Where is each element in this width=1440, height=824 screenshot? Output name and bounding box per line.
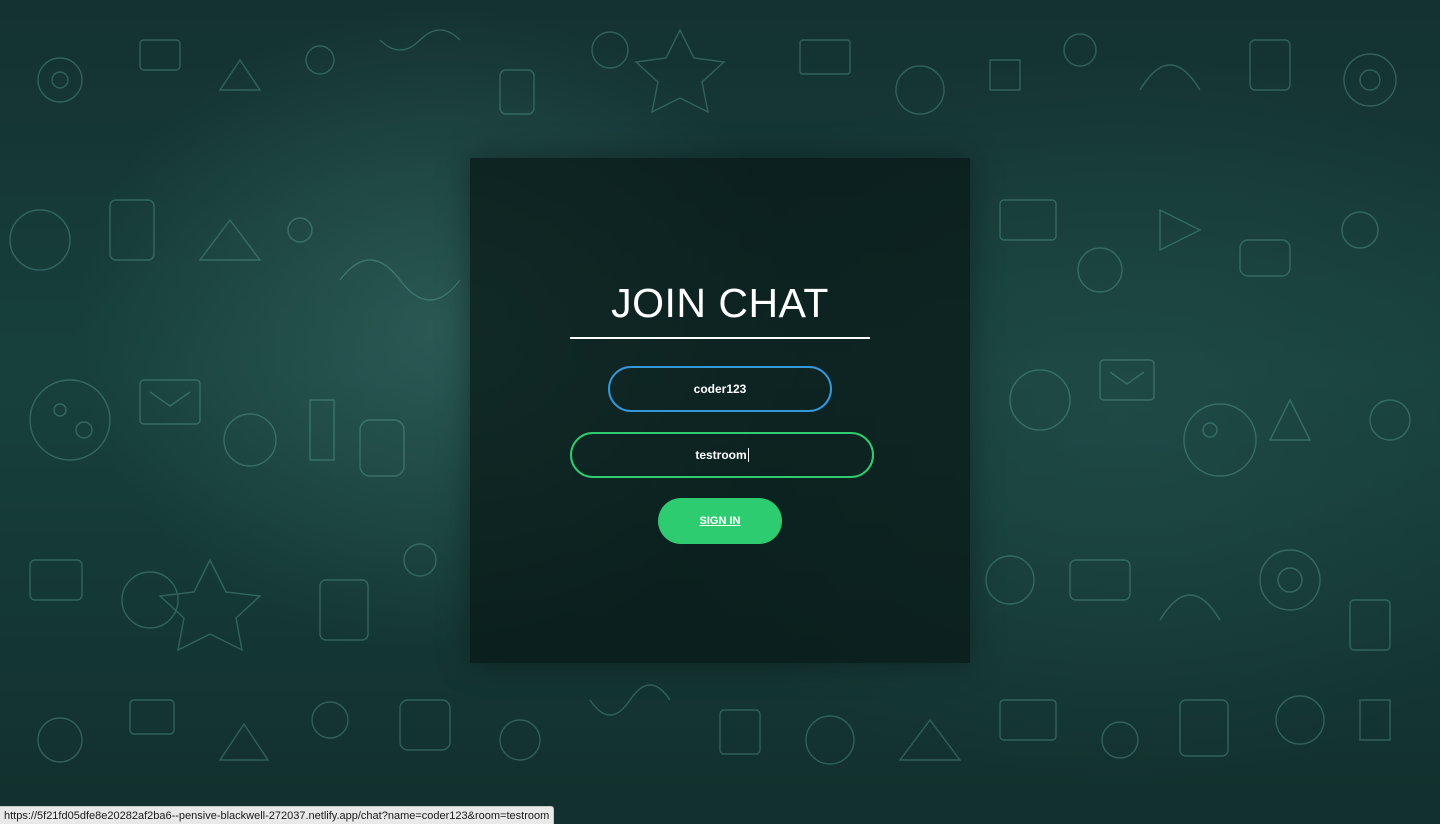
- status-bar-url: https://5f21fd05dfe8e20282af2ba6--pensiv…: [0, 806, 555, 824]
- room-input[interactable]: testroom: [570, 432, 874, 478]
- sign-in-button[interactable]: SIGN IN: [658, 498, 782, 544]
- name-input[interactable]: coder123: [608, 366, 832, 412]
- title-divider: [570, 337, 870, 339]
- room-input-value: testroom: [695, 448, 747, 462]
- page-title: JOIN CHAT: [611, 280, 829, 326]
- name-input-value: coder123: [693, 382, 747, 396]
- text-caret: [747, 448, 749, 462]
